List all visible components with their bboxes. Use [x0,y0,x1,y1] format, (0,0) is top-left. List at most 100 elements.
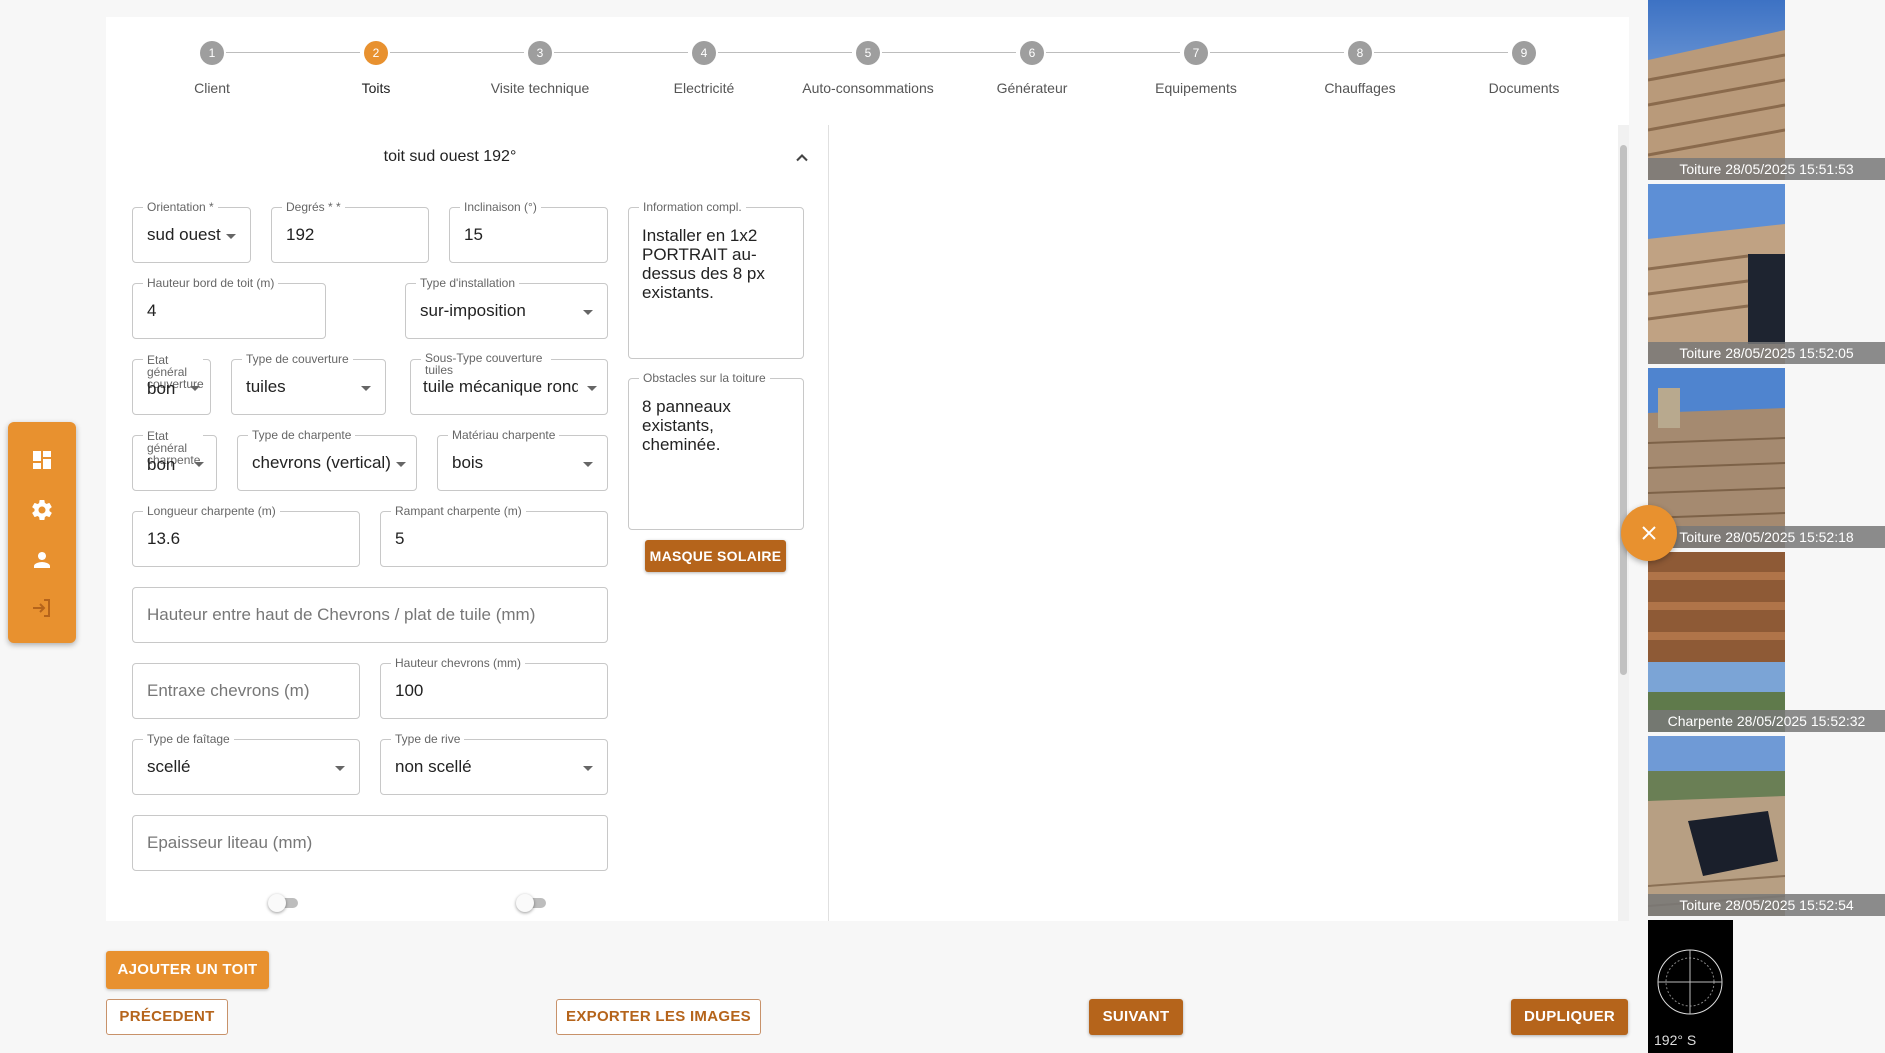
photo-thumbnail[interactable]: Toiture 28/05/2025 15:51:53 [1648,0,1885,180]
field-value: bon [147,455,176,474]
step-visite-technique[interactable]: 3 Visite technique [460,41,620,96]
dropdown-caret-icon [587,386,597,391]
roof-section-title: toit sud ouest 192° [383,148,517,165]
type-installation-select[interactable]: Type d'installation sur-imposition [405,276,608,339]
entraxe-chevrons-input[interactable]: Entraxe chevrons (m) [132,663,360,719]
compass-photo: 192° S [1648,920,1733,1053]
rampant-charpente-input[interactable]: Rampant charpente (m) 5 [380,504,608,567]
roof-photo [1648,736,1785,916]
close-gallery-button[interactable] [1621,505,1677,561]
field-value: 13.6 [147,529,181,548]
materiau-charpente-select[interactable]: Matériau charpente bois [437,428,608,491]
step-electricite[interactable]: 4 Electricité [624,41,784,96]
field-label: Obstacles sur la toiture [639,371,770,385]
field-value: scellé [147,757,191,776]
field-value: sud ouest [147,225,221,244]
field-label: Type de rive [391,732,465,746]
field-value: tuile mécanique rond [423,377,578,396]
photo-thumbnail[interactable]: Charpente 28/05/2025 15:52:32 [1648,552,1885,732]
step-chauffages[interactable]: 8 Chauffages [1280,41,1440,96]
step-label: Auto-consommations [802,80,934,96]
field-value: bois [452,453,484,472]
type-couverture-select[interactable]: Type de couverture tuiles [231,352,386,415]
hauteur-bord-input[interactable]: Hauteur bord de toit (m) 4 [132,276,326,339]
epaisseur-liteau-input[interactable]: Epaisseur liteau (mm) [132,815,608,871]
field-label: Type d'installation [416,276,520,290]
obstacles-textarea[interactable]: Obstacles sur la toiture 8 panneaux exis… [628,371,804,530]
field-value[interactable]: Installer en 1x2 PORTRAIT au-dessus des … [642,226,792,346]
step-generateur[interactable]: 6 Générateur [952,41,1112,96]
field-value: tuiles [246,377,286,396]
field-label: Type de couverture [242,352,353,366]
field-value: chevrons (vertical) [252,453,391,472]
etat-couverture-select[interactable]: Etat général couverture bon [132,354,211,415]
field-label: Inclinaison (°) [460,200,541,214]
field-value[interactable]: 8 panneaux existants, cheminée. [642,397,792,517]
step-documents[interactable]: 9 Documents [1444,41,1604,96]
toggle-switch[interactable] [516,894,546,912]
photo-thumbnail[interactable]: Toiture 28/05/2025 15:52:18 [1648,368,1885,548]
photo-thumbnail[interactable]: 192° S [1648,920,1885,1053]
orientation-select[interactable]: Orientation * sud ouest [132,200,251,263]
roof-photo [1648,0,1785,180]
hauteur-chevrons-input[interactable]: Hauteur chevrons (mm) 100 [380,656,608,719]
field-placeholder: Entraxe chevrons (m) [147,681,310,700]
dupliquer-button[interactable]: DUPLIQUER [1511,999,1628,1035]
dropdown-caret-icon [583,462,593,467]
field-label: Type de faîtage [143,732,234,746]
user-icon[interactable] [30,548,54,572]
sous-type-couverture-select[interactable]: Sous-Type couverture tuiles tuile mécani… [410,352,608,415]
photo-thumbnail[interactable]: Toiture 28/05/2025 15:52:05 [1648,184,1885,364]
field-label: Hauteur bord de toit (m) [143,276,279,290]
step-auto-consommations[interactable]: 5 Auto-consommations [788,41,948,96]
field-label: Information compl. [639,200,746,214]
photo-caption: Toiture 28/05/2025 15:52:54 [1648,894,1885,916]
precedent-button[interactable]: PRÉCEDENT [106,999,228,1035]
step-number: 2 [364,41,388,65]
degres-input[interactable]: Degrés * * 192 [271,200,429,263]
information-compl-textarea[interactable]: Information compl. Installer en 1x2 PORT… [628,200,804,359]
panel-divider [828,125,829,921]
etat-charpente-select[interactable]: Etat général charpente bon [132,430,217,491]
step-label: Toits [361,80,391,96]
step-equipements[interactable]: 7 Equipements [1116,41,1276,96]
field-value: non scellé [395,757,472,776]
dropdown-caret-icon [583,766,593,771]
field-label: Sous-Type couverture tuiles [421,352,551,376]
photo-thumbnail[interactable]: Toiture 28/05/2025 15:52:54 [1648,736,1885,916]
scrollbar-thumb[interactable] [1620,145,1627,675]
dropdown-caret-icon [396,462,406,467]
ajouter-toit-button[interactable]: AJOUTER UN TOIT [106,951,269,989]
step-toits[interactable]: 2 Toits [296,41,456,96]
step-label: Client [194,80,230,96]
field-label: Rampant charpente (m) [391,504,526,518]
chevron-up-icon[interactable] [792,148,812,168]
dashboard-icon[interactable] [30,448,54,472]
dropdown-caret-icon [361,386,371,391]
field-label: Orientation * [143,200,218,214]
dropdown-caret-icon [194,462,204,467]
type-rive-select[interactable]: Type de rive non scellé [380,732,608,795]
logout-icon[interactable] [30,596,54,620]
exporter-images-button[interactable]: EXPORTER LES IMAGES [556,999,761,1035]
inclinaison-input[interactable]: Inclinaison (°) 15 [449,200,608,263]
type-faitage-select[interactable]: Type de faîtage scellé [132,732,360,795]
step-number: 5 [856,41,880,65]
side-navigation [8,422,76,643]
compass-reading: 192° S [1654,1032,1697,1048]
step-client[interactable]: 1 Client [132,41,292,96]
field-label: Type de charpente [248,428,356,442]
masque-solaire-button[interactable]: MASQUE SOLAIRE [645,540,786,572]
toggle-switch[interactable] [268,894,298,912]
suivant-button[interactable]: SUIVANT [1089,999,1183,1035]
toggle-knob [516,894,534,912]
field-value: 100 [395,681,424,700]
hauteur-chevrons-plat-input[interactable]: Hauteur entre haut de Chevrons / plat de… [132,587,608,643]
step-number: 8 [1348,41,1372,65]
longueur-charpente-input[interactable]: Longueur charpente (m) 13.6 [132,504,360,567]
field-label: Matériau charpente [448,428,560,442]
settings-gear-icon[interactable] [30,498,54,522]
field-value: sur-imposition [420,301,526,320]
field-placeholder: Hauteur entre haut de Chevrons / plat de… [147,605,536,624]
type-charpente-select[interactable]: Type de charpente chevrons (vertical) [237,428,417,491]
